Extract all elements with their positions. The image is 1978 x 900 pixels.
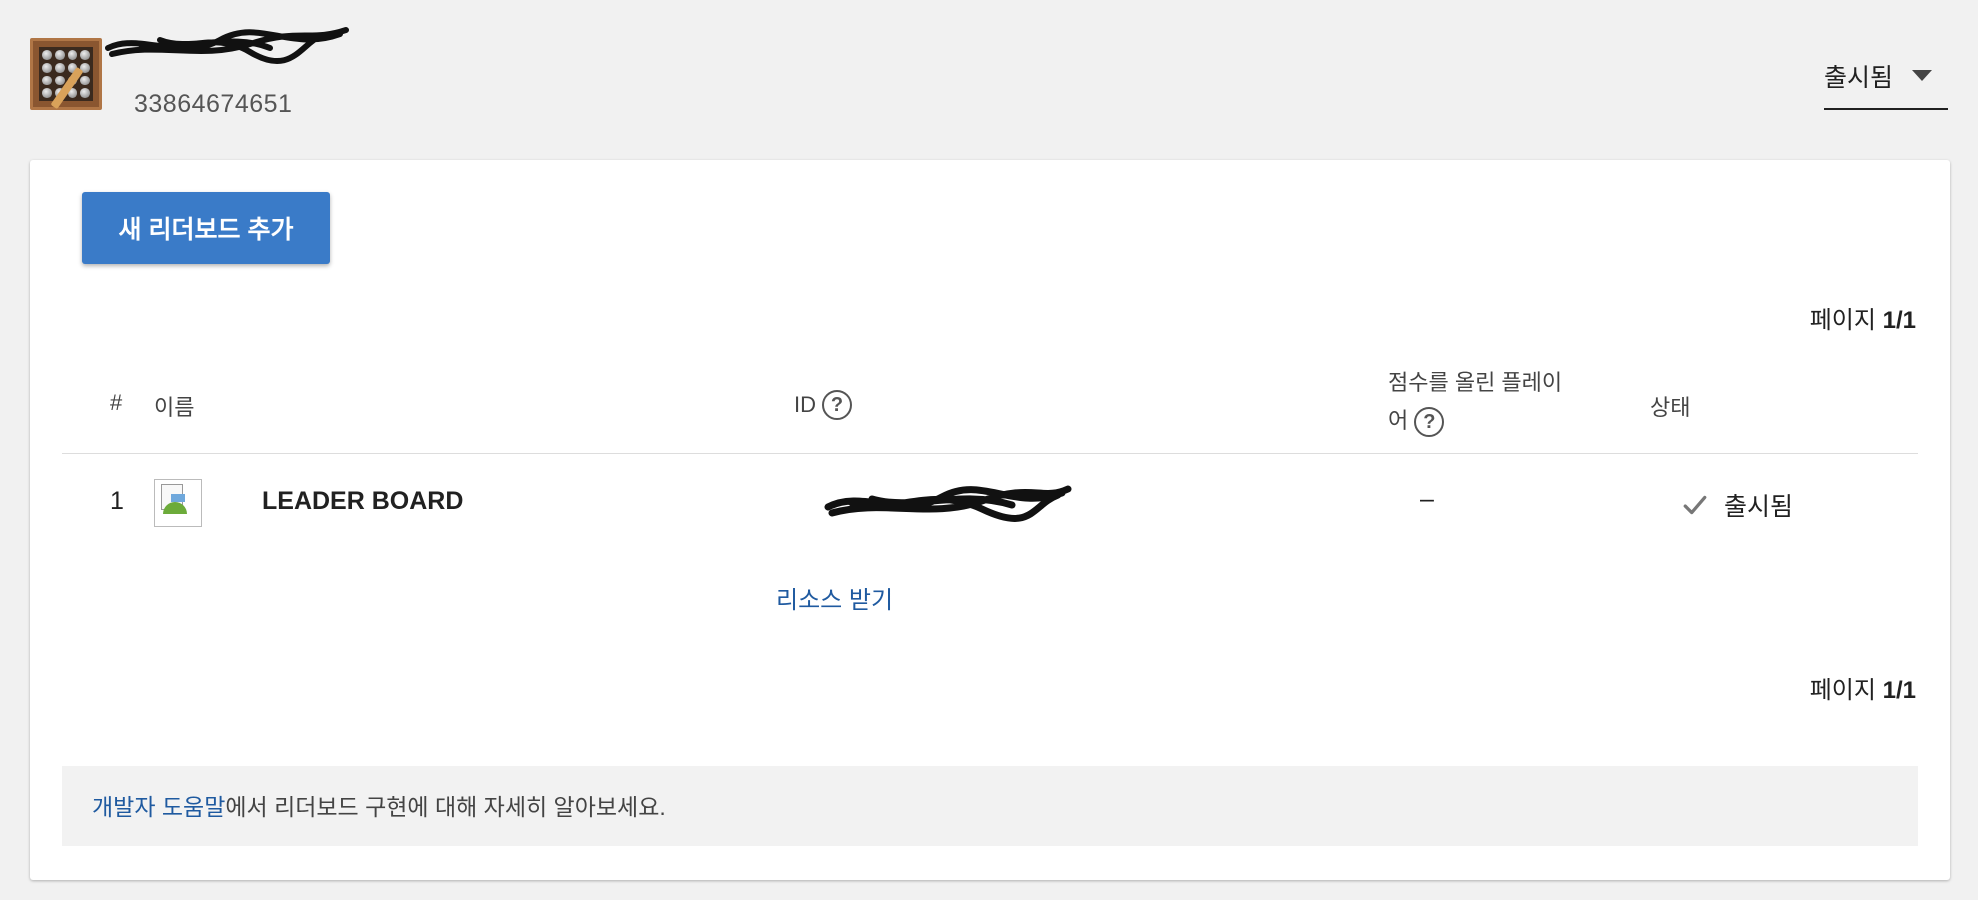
- row-status: 출시됨: [1682, 487, 1793, 523]
- pagination-current: 1/1: [1882, 677, 1916, 704]
- developer-help-banner: 개발자 도움말에서 리더보드 구현에 대해 자세히 알아보세요.: [62, 766, 1918, 846]
- column-header-number: #: [110, 390, 123, 415]
- developer-help-text: 에서 리더보드 구현에 대해 자세히 알아보세요.: [225, 794, 666, 820]
- table-row[interactable]: 1 LEADER BOARD – 출시됨: [62, 455, 1918, 555]
- pagination-prefix: 페이지: [1809, 307, 1876, 334]
- help-icon[interactable]: ?: [1414, 407, 1445, 438]
- publish-status-dropdown[interactable]: 출시됨: [1824, 52, 1948, 110]
- game-icon: [30, 38, 102, 110]
- column-header-name: 이름: [154, 395, 195, 420]
- players-scored-value: –: [1420, 485, 1434, 513]
- row-status-label: 출시됨: [1724, 493, 1794, 521]
- caret-down-icon: [1912, 70, 1932, 81]
- publish-status-value: 출시됨: [1824, 64, 1894, 92]
- pagination-prefix: 페이지: [1809, 677, 1876, 704]
- leaderboards-card: 새 리더보드 추가 페이지 1/1 # 이름 ID ? 점수를 올린 플레이어 …: [30, 160, 1950, 880]
- column-header-id-label: ID: [794, 392, 816, 417]
- help-icon[interactable]: ?: [822, 390, 852, 420]
- pagination-current: 1/1: [1882, 307, 1916, 334]
- check-icon: [1683, 495, 1707, 515]
- leaderboard-image-placeholder-icon: [154, 479, 202, 527]
- table-header-divider: [62, 453, 1918, 454]
- get-resources-link[interactable]: 리소스 받기: [776, 580, 893, 615]
- add-leaderboard-button[interactable]: 새 리더보드 추가: [82, 192, 330, 264]
- column-header-status: 상태: [1650, 395, 1691, 420]
- game-app-id: 33864674651: [134, 90, 293, 118]
- pagination-top: 페이지 1/1: [1810, 300, 1916, 335]
- pagination-bottom: 페이지 1/1: [1810, 670, 1916, 705]
- leaderboard-name[interactable]: LEADER BOARD: [262, 487, 463, 516]
- column-header-id: ID ?: [794, 390, 852, 420]
- row-number: 1: [110, 487, 124, 515]
- redacted-leaderboard-id: [824, 485, 1072, 522]
- developer-help-link[interactable]: 개발자 도움말: [92, 794, 225, 820]
- redacted-game-title: [105, 27, 349, 65]
- column-header-players-scored: 점수를 올린 플레이어 ?: [1388, 364, 1578, 440]
- app-header: 33864674651 출시됨: [0, 0, 1978, 160]
